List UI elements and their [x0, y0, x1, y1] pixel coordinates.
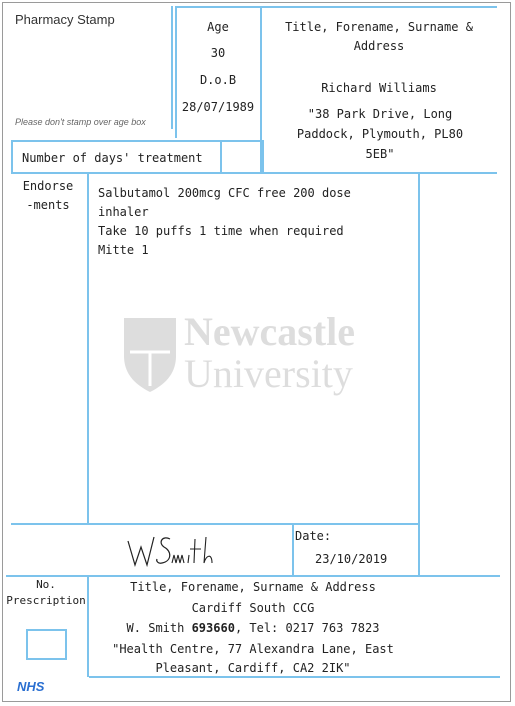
prescriber-address-1: "Health Centre, 77 Alexandra Lane, East — [112, 642, 394, 656]
endorsements-label-2: -ments — [26, 198, 70, 212]
no-prescription-label-2: Prescription — [6, 594, 86, 607]
rx-line-3: Take 10 puffs 1 time when required — [98, 224, 344, 238]
divider — [89, 676, 500, 678]
divider — [292, 523, 294, 576]
watermark-line-1: Newcastle — [184, 309, 356, 354]
shield-icon — [124, 318, 176, 392]
rx-line-1: Salbutamol 200mcg CFC free 200 dose — [98, 186, 351, 200]
prescriber-number: 693660 — [191, 621, 235, 635]
divider — [87, 172, 89, 523]
prescriber-contact: W. Smith 693660, Tel: 0217 763 7823 — [92, 621, 414, 635]
university-watermark: Newcastle University — [122, 309, 382, 398]
date-value: 23/10/2019 — [315, 552, 388, 566]
age-value: 30 — [210, 46, 226, 60]
divider — [220, 140, 222, 172]
divider — [11, 140, 13, 172]
age-label: Age — [207, 20, 229, 34]
divider — [175, 6, 497, 8]
divider — [418, 172, 420, 576]
divider — [11, 523, 420, 525]
rx-line-4: Mitte 1 — [98, 243, 149, 257]
signature-drawing — [127, 536, 213, 568]
prescriber-tel: , Tel: 0217 763 7823 — [234, 621, 380, 635]
divider — [171, 6, 173, 129]
dob-label: D.o.B — [199, 73, 237, 87]
endorsements-label-1: Endorse — [22, 179, 74, 193]
patient-name: Richard Williams — [321, 81, 437, 95]
patient-address: "38 Park Drive, Long Paddock, Plymouth, … — [296, 107, 464, 161]
divider — [6, 575, 500, 577]
stamp-note: Please don't stamp over age box — [15, 117, 146, 127]
divider — [11, 140, 264, 142]
divider — [11, 172, 497, 174]
prescriber-signature — [126, 533, 216, 569]
date-label: Date: — [295, 529, 332, 543]
dob-value: 28/07/1989 — [181, 100, 255, 114]
prescriber-name: W. Smith — [126, 621, 192, 635]
prescriber-org: Cardiff South CCG — [191, 601, 315, 615]
watermark-line-2: University — [184, 351, 353, 396]
prescriber-address-2: Pleasant, Cardiff, CA2 2IK" — [155, 661, 351, 675]
no-prescription-label-1: No. — [36, 578, 56, 591]
divider — [262, 140, 264, 172]
nhs-logo: NHS — [17, 679, 45, 694]
prescription-number-box — [26, 629, 67, 660]
divider — [87, 575, 89, 677]
days-treatment-label: Number of days' treatment — [22, 151, 203, 165]
pharmacy-stamp-label: Pharmacy Stamp — [15, 12, 115, 27]
prescriber-header: Title, Forename, Surname & Address — [130, 580, 376, 594]
patient-header: Title, Forename, Surname & Address — [285, 20, 473, 53]
rx-line-2: inhaler — [98, 205, 149, 219]
